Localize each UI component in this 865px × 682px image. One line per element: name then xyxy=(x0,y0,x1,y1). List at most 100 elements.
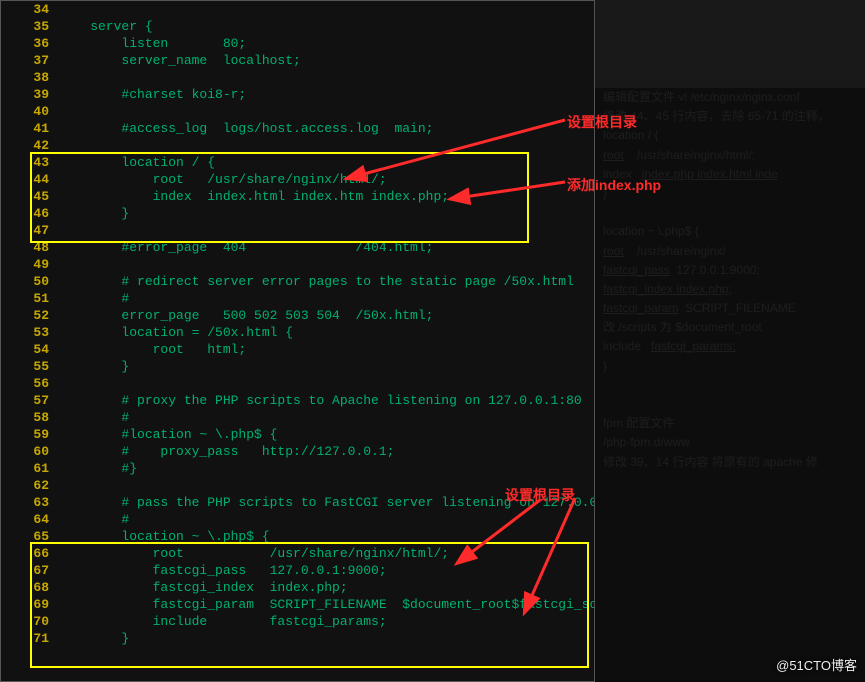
code-text[interactable]: server { xyxy=(59,18,594,35)
code-text[interactable]: } xyxy=(59,205,594,222)
code-text[interactable]: fastcgi_pass 127.0.0.1:9000; xyxy=(59,562,594,579)
line-number: 48 xyxy=(1,239,59,256)
code-line[interactable]: 55 } xyxy=(1,358,594,375)
background-notes-panel: 编辑配置文件 vi /etc/nginx/nginx.conf 修改 44、45… xyxy=(595,80,865,680)
code-text[interactable] xyxy=(59,1,594,18)
code-line[interactable]: 68 fastcgi_index index.php; xyxy=(1,579,594,596)
code-text[interactable]: error_page 500 502 503 504 /50x.html; xyxy=(59,307,594,324)
code-line[interactable]: 56 xyxy=(1,375,594,392)
line-number: 47 xyxy=(1,222,59,239)
code-text[interactable]: # proxy_pass http://127.0.0.1; xyxy=(59,443,594,460)
code-line[interactable]: 38 xyxy=(1,69,594,86)
code-text[interactable] xyxy=(59,103,594,120)
code-text[interactable] xyxy=(59,137,594,154)
code-text[interactable]: fastcgi_param SCRIPT_FILENAME $document_… xyxy=(59,596,595,613)
code-text[interactable]: server_name localhost; xyxy=(59,52,594,69)
line-number: 60 xyxy=(1,443,59,460)
code-text[interactable]: fastcgi_index index.php; xyxy=(59,579,594,596)
code-text[interactable] xyxy=(59,222,594,239)
code-text[interactable]: include fastcgi_params; xyxy=(59,613,594,630)
code-editor[interactable]: 3435 server {36 listen 80;37 server_name… xyxy=(0,0,595,682)
code-line[interactable]: 41 #access_log logs/host.access.log main… xyxy=(1,120,594,137)
code-text[interactable]: # proxy the PHP scripts to Apache listen… xyxy=(59,392,594,409)
line-number: 34 xyxy=(1,1,59,18)
code-line[interactable]: 67 fastcgi_pass 127.0.0.1:9000; xyxy=(1,562,594,579)
line-number: 53 xyxy=(1,324,59,341)
code-line[interactable]: 69 fastcgi_param SCRIPT_FILENAME $docume… xyxy=(1,596,594,613)
code-line[interactable]: 46 } xyxy=(1,205,594,222)
code-text[interactable]: location ~ \.php$ { xyxy=(59,528,594,545)
code-line[interactable]: 39 #charset koi8-r; xyxy=(1,86,594,103)
code-text[interactable]: } xyxy=(59,630,594,647)
line-number: 51 xyxy=(1,290,59,307)
code-line[interactable]: 48 #error_page 404 /404.html; xyxy=(1,239,594,256)
code-line[interactable]: 43 location / { xyxy=(1,154,594,171)
line-number: 67 xyxy=(1,562,59,579)
code-text[interactable]: # xyxy=(59,290,594,307)
line-number: 59 xyxy=(1,426,59,443)
line-number: 56 xyxy=(1,375,59,392)
line-number: 39 xyxy=(1,86,59,103)
line-number: 70 xyxy=(1,613,59,630)
code-line[interactable]: 58 # xyxy=(1,409,594,426)
code-text[interactable]: # xyxy=(59,409,594,426)
line-number: 42 xyxy=(1,137,59,154)
code-text[interactable]: # redirect server error pages to the sta… xyxy=(59,273,594,290)
code-text[interactable]: root html; xyxy=(59,341,594,358)
code-text[interactable]: root /usr/share/nginx/html/; xyxy=(59,171,594,188)
code-line[interactable]: 35 server { xyxy=(1,18,594,35)
code-line[interactable]: 47 xyxy=(1,222,594,239)
code-text[interactable]: listen 80; xyxy=(59,35,594,52)
code-text[interactable]: #location ~ \.php$ { xyxy=(59,426,594,443)
code-line[interactable]: 64 # xyxy=(1,511,594,528)
code-line[interactable]: 40 xyxy=(1,103,594,120)
line-number: 49 xyxy=(1,256,59,273)
annotation-set-root-2: 设置根目录 xyxy=(505,485,575,505)
code-line[interactable]: 65 location ~ \.php$ { xyxy=(1,528,594,545)
code-line[interactable]: 66 root /usr/share/nginx/html/; xyxy=(1,545,594,562)
line-number: 57 xyxy=(1,392,59,409)
annotation-set-root-1: 设置根目录 xyxy=(567,112,637,132)
line-number: 45 xyxy=(1,188,59,205)
code-line[interactable]: 50 # redirect server error pages to the … xyxy=(1,273,594,290)
code-text[interactable]: root /usr/share/nginx/html/; xyxy=(59,545,594,562)
code-line[interactable]: 36 listen 80; xyxy=(1,35,594,52)
line-number: 40 xyxy=(1,103,59,120)
code-text[interactable]: location = /50x.html { xyxy=(59,324,594,341)
code-line[interactable]: 71 } xyxy=(1,630,594,647)
code-line[interactable]: 34 xyxy=(1,1,594,18)
line-number: 64 xyxy=(1,511,59,528)
code-line[interactable]: 61 #} xyxy=(1,460,594,477)
code-text[interactable] xyxy=(59,256,594,273)
code-text[interactable]: #error_page 404 /404.html; xyxy=(59,239,594,256)
code-line[interactable]: 44 root /usr/share/nginx/html/; xyxy=(1,171,594,188)
code-line[interactable]: 59 #location ~ \.php$ { xyxy=(1,426,594,443)
line-number: 50 xyxy=(1,273,59,290)
code-line[interactable]: 60 # proxy_pass http://127.0.0.1; xyxy=(1,443,594,460)
line-number: 43 xyxy=(1,154,59,171)
code-text[interactable]: # xyxy=(59,511,594,528)
code-line[interactable]: 57 # proxy the PHP scripts to Apache lis… xyxy=(1,392,594,409)
code-line[interactable]: 54 root html; xyxy=(1,341,594,358)
code-line[interactable]: 37 server_name localhost; xyxy=(1,52,594,69)
code-text[interactable]: index index.html index.htm index.php; xyxy=(59,188,594,205)
line-number: 37 xyxy=(1,52,59,69)
line-number: 35 xyxy=(1,18,59,35)
code-text[interactable]: #charset koi8-r; xyxy=(59,86,594,103)
code-text[interactable]: #} xyxy=(59,460,594,477)
code-line[interactable]: 70 include fastcgi_params; xyxy=(1,613,594,630)
code-text[interactable] xyxy=(59,375,594,392)
code-text[interactable] xyxy=(59,69,594,86)
code-line[interactable]: 52 error_page 500 502 503 504 /50x.html; xyxy=(1,307,594,324)
line-number: 55 xyxy=(1,358,59,375)
code-text[interactable]: #access_log logs/host.access.log main; xyxy=(59,120,594,137)
code-line[interactable]: 53 location = /50x.html { xyxy=(1,324,594,341)
code-line[interactable]: 45 index index.html index.htm index.php; xyxy=(1,188,594,205)
code-line[interactable]: 42 xyxy=(1,137,594,154)
code-text[interactable]: } xyxy=(59,358,594,375)
code-text[interactable]: location / { xyxy=(59,154,594,171)
line-number: 52 xyxy=(1,307,59,324)
line-number: 69 xyxy=(1,596,59,613)
code-line[interactable]: 51 # xyxy=(1,290,594,307)
code-line[interactable]: 49 xyxy=(1,256,594,273)
